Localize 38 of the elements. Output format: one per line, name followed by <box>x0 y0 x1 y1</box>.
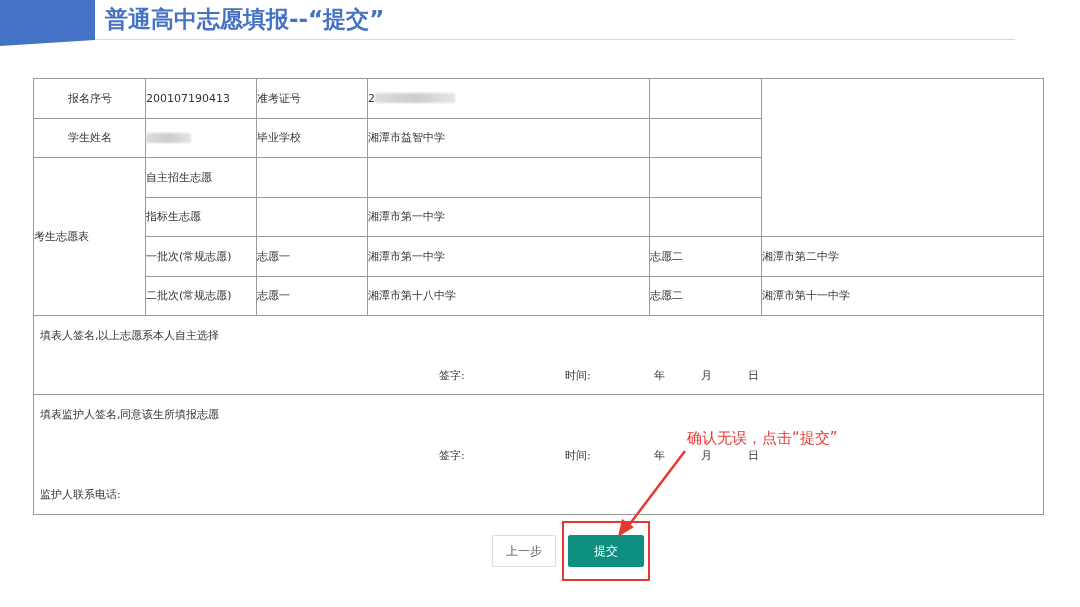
section-label: 考生志愿表 <box>34 158 146 316</box>
signature-label: 签字: <box>439 448 465 463</box>
signature-prompt: 填表监护人签名,同意该生所填报志愿 <box>40 407 220 422</box>
school-name: 湘潭市第十八中学 <box>368 276 650 316</box>
school-name: 湘潭市第一中学 <box>368 197 650 237</box>
choice-rank: 志愿一 <box>257 276 368 316</box>
date-label: 年 <box>654 368 665 383</box>
choice-rank: 志愿二 <box>650 276 762 316</box>
back-button[interactable]: 上一步 <box>492 535 556 567</box>
phone-label: 监护人联系电话: <box>40 487 121 502</box>
field-value: 2 <box>368 91 375 105</box>
annotation-text: 确认无误，点击“提交” <box>687 429 838 448</box>
choice-label: 一批次(常规志愿) <box>146 237 257 277</box>
choice-rank: 志愿一 <box>257 237 368 277</box>
field-value: 湘潭市益智中学 <box>368 118 650 158</box>
date-label: 日 <box>748 448 759 463</box>
school-name: 湘潭市第二中学 <box>762 237 1044 277</box>
date-label: 日 <box>748 368 759 383</box>
date-label: 年 <box>654 448 665 463</box>
field-value: 200107190413 <box>146 79 257 119</box>
school-name: 湘潭市第一中学 <box>368 237 650 277</box>
signature-label: 签字: <box>439 368 465 383</box>
field-label: 毕业学校 <box>257 118 368 158</box>
school-name: 湘潭市第十一中学 <box>762 276 1044 316</box>
date-label: 月 <box>701 448 712 463</box>
submit-button[interactable]: 提交 <box>568 535 644 567</box>
choice-rank: 志愿二 <box>650 237 762 277</box>
time-label: 时间: <box>565 368 591 383</box>
field-label: 准考证号 <box>257 79 368 119</box>
date-label: 月 <box>701 368 712 383</box>
signature-prompt: 填表人签名,以上志愿系本人自主选择 <box>40 328 220 343</box>
time-label: 时间: <box>565 448 591 463</box>
choice-label: 指标生志愿 <box>146 197 257 237</box>
choice-label: 自主招生志愿 <box>146 158 257 198</box>
choice-label: 二批次(常规志愿) <box>146 276 257 316</box>
field-label: 学生姓名 <box>34 118 146 158</box>
slide-title: 普通高中志愿填报--“提交” <box>105 5 385 34</box>
field-label: 报名序号 <box>34 79 146 119</box>
